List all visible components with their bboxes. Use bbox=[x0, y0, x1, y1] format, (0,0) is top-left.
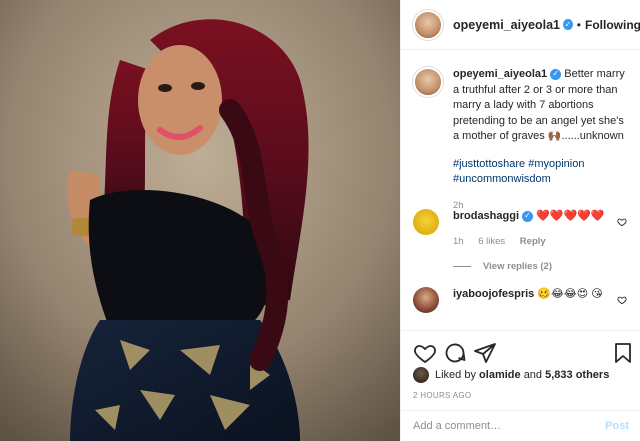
comments-list[interactable]: opeyemi_aiyeola1 ✓ Better marry a truthfu… bbox=[401, 51, 640, 329]
comment-body: iyaboojofespris 🥴😂😂😍 😘 bbox=[453, 287, 613, 313]
verified-badge-icon: ✓ bbox=[563, 19, 573, 30]
following-button[interactable]: Following bbox=[585, 18, 640, 32]
likes-summary: Liked by olamide and 5,833 others bbox=[413, 367, 609, 383]
caption-text: opeyemi_aiyeola1 ✓ Better marry a truthfu… bbox=[453, 67, 633, 213]
caption-username[interactable]: opeyemi_aiyeola1 bbox=[453, 68, 547, 80]
comment-body: brodashaggi ✓ ❤️❤️❤️❤️❤️ 1h 6 likes Reply bbox=[453, 209, 613, 249]
comment-input[interactable] bbox=[413, 420, 606, 432]
comment-item: iyaboojofespris 🥴😂😂😍 😘 bbox=[413, 287, 635, 313]
author-username[interactable]: opeyemi_aiyeola1 bbox=[453, 18, 560, 32]
caption-avatar[interactable] bbox=[413, 67, 443, 97]
liker-username[interactable]: olamide bbox=[479, 369, 521, 381]
header-separator: • bbox=[576, 17, 581, 32]
comment-like-icon[interactable] bbox=[617, 217, 627, 227]
share-icon[interactable] bbox=[473, 341, 497, 365]
action-icons bbox=[413, 341, 635, 365]
author-avatar[interactable] bbox=[413, 9, 443, 40]
commenter-avatar[interactable] bbox=[413, 287, 439, 313]
commenter-username[interactable]: brodashaggi bbox=[453, 210, 519, 222]
post-comment-button[interactable]: Post bbox=[605, 420, 629, 432]
comment-icon[interactable] bbox=[443, 341, 467, 365]
comment-likes[interactable]: 6 likes bbox=[478, 236, 505, 247]
add-comment-bar: Post bbox=[401, 410, 640, 441]
post-photo[interactable] bbox=[0, 0, 400, 441]
likes-others[interactable]: 5,833 others bbox=[545, 369, 609, 381]
liker-avatar[interactable] bbox=[413, 367, 429, 383]
post-sidebar: opeyemi_aiyeola1 ✓ • Following opeyemi_a… bbox=[400, 0, 640, 441]
replies-line bbox=[453, 266, 471, 267]
post-header: opeyemi_aiyeola1 ✓ • Following bbox=[401, 0, 640, 50]
post-timestamp[interactable]: 2 HOURS AGO bbox=[413, 391, 471, 400]
photo-illustration bbox=[0, 0, 400, 441]
bookmark-icon[interactable] bbox=[611, 341, 635, 365]
comment-text: 🥴😂😂😍 😘 bbox=[537, 288, 603, 300]
view-replies-label[interactable]: View replies (2) bbox=[483, 261, 552, 272]
reply-button[interactable]: Reply bbox=[520, 236, 546, 247]
comment-meta: 1h 6 likes Reply bbox=[453, 234, 613, 249]
comment-like-icon[interactable] bbox=[617, 295, 627, 305]
likes-connector: and bbox=[523, 369, 543, 381]
comment-text: ❤️❤️❤️❤️❤️ bbox=[536, 210, 605, 222]
commenter-avatar[interactable] bbox=[413, 209, 439, 235]
post-actions: Liked by olamide and 5,833 others 2 HOUR… bbox=[401, 330, 640, 410]
caption: opeyemi_aiyeola1 ✓ Better marry a truthfu… bbox=[413, 67, 635, 213]
commenter-username[interactable]: iyaboojofespris bbox=[453, 288, 534, 300]
verified-badge-icon: ✓ bbox=[522, 210, 534, 222]
comment-time: 1h bbox=[453, 236, 464, 247]
view-replies-button[interactable]: View replies (2) bbox=[453, 261, 552, 272]
likes-prefix: Liked by bbox=[435, 369, 476, 381]
comment-item: brodashaggi ✓ ❤️❤️❤️❤️❤️ 1h 6 likes Reply bbox=[413, 209, 635, 249]
caption-hashtags[interactable]: #justtottoshare #myopinion #uncommonwisd… bbox=[453, 157, 633, 188]
verified-badge-icon: ✓ bbox=[550, 68, 562, 80]
heart-icon[interactable] bbox=[413, 341, 437, 365]
